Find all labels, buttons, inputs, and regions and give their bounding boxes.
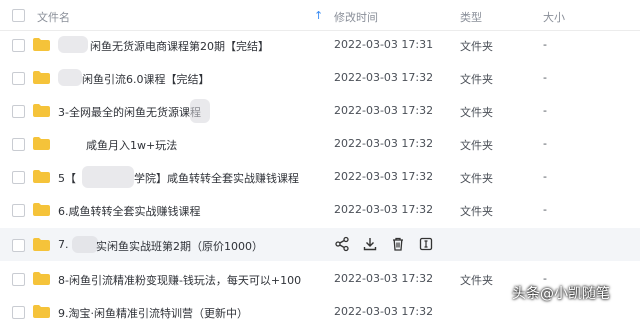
redaction-blur [72, 236, 98, 253]
table-row[interactable]: 闲鱼引流6.0课程【完结】 2022-03-03 17:32 文件夹 - [0, 61, 640, 94]
file-list-header: 文件名 ↑ 修改时间 类型 大小 [0, 0, 640, 31]
modified-time: 2022-03-03 17:32 [334, 137, 434, 150]
file-name[interactable]: 闲鱼引流6.0课程【完结】 [82, 71, 210, 87]
watermark: 头条@小凯随笔 [512, 286, 610, 302]
share-icon[interactable] [334, 236, 350, 252]
row-checkbox[interactable] [12, 105, 25, 118]
modified-time: 2022-03-03 17:32 [334, 71, 434, 84]
table-row[interactable]: 3-全网最全的闲鱼无货源课程 2022-03-03 17:32 文件夹 - [0, 94, 640, 127]
file-name-suffix[interactable]: 实闲鱼实战班第2期（原价1000） [96, 238, 263, 254]
folder-icon [33, 38, 50, 51]
modified-time: 2022-03-03 17:31 [334, 38, 434, 51]
file-type: 文件夹 [460, 205, 493, 218]
file-size: - [543, 170, 547, 183]
row-checkbox[interactable] [12, 239, 25, 252]
folder-icon [33, 71, 50, 84]
file-type: 文件夹 [460, 40, 493, 53]
file-name[interactable]: 6.咸鱼转转全套实战赚钱课程 [58, 203, 201, 219]
modified-time: 2022-03-03 17:32 [334, 170, 434, 183]
file-name[interactable]: 闲鱼无货源电商课程第20期【完结】 [90, 38, 269, 54]
file-size: - [543, 137, 547, 150]
table-row[interactable]: 闲鱼无货源电商课程第20期【完结】 2022-03-03 17:31 文件夹 - [0, 28, 640, 61]
column-header-type[interactable]: 类型 [460, 9, 482, 25]
file-type: 文件夹 [460, 73, 493, 86]
folder-icon [33, 137, 50, 150]
sort-arrow-icon[interactable]: ↑ [314, 9, 323, 22]
file-type: 文件夹 [460, 139, 493, 152]
redaction-blur [58, 69, 82, 86]
file-type: 文件夹 [460, 106, 493, 119]
folder-icon [33, 104, 50, 117]
file-name[interactable]: 8-闲鱼引流精准粉变现赚-钱玩法，每天可以+100 [58, 272, 301, 288]
row-checkbox[interactable] [12, 39, 25, 52]
file-type: 文件夹 [460, 172, 493, 185]
redaction-blur [190, 99, 210, 123]
table-row[interactable]: 咸鱼月入1w+玩法 2022-03-03 17:32 文件夹 - [0, 127, 640, 160]
column-header-time[interactable]: 修改时间 [334, 9, 378, 25]
file-name[interactable]: 7. [58, 238, 69, 251]
file-size: - [543, 71, 547, 84]
file-name-suffix[interactable]: 学院】咸鱼转转全套实战赚钱课程 [134, 170, 299, 186]
modified-time: 2022-03-03 17:32 [334, 272, 434, 285]
file-name[interactable]: 5【 [58, 170, 76, 186]
file-name[interactable]: 3-全网最全的闲鱼无货源课程 [58, 104, 201, 120]
file-name[interactable]: 9.淘宝·闲鱼精准引流特训营（更新中） [58, 305, 248, 321]
table-row[interactable]: 5【 学院】咸鱼转转全套实战赚钱课程 2022-03-03 17:32 文件夹 … [0, 160, 640, 193]
folder-icon [33, 272, 50, 285]
row-checkbox[interactable] [12, 306, 25, 319]
row-checkbox[interactable] [12, 171, 25, 184]
file-size: - [543, 104, 547, 117]
file-size: - [543, 203, 547, 216]
file-size: - [543, 38, 547, 51]
folder-icon [33, 238, 50, 251]
folder-icon [33, 203, 50, 216]
redaction-blur [58, 36, 88, 53]
table-row-hovered[interactable]: 7. 实闲鱼实战班第2期（原价1000） [0, 228, 640, 261]
row-checkbox[interactable] [12, 273, 25, 286]
column-header-size[interactable]: 大小 [543, 9, 565, 25]
modified-time: 2022-03-03 17:32 [334, 104, 434, 117]
rename-icon[interactable] [418, 236, 434, 252]
file-name[interactable]: 咸鱼月入1w+玩法 [86, 137, 177, 153]
column-header-name[interactable]: 文件名 [37, 9, 70, 25]
row-checkbox[interactable] [12, 204, 25, 217]
download-icon[interactable] [362, 236, 378, 252]
row-checkbox[interactable] [12, 72, 25, 85]
delete-icon[interactable] [390, 236, 406, 252]
folder-icon [33, 170, 50, 183]
redaction-blur [82, 166, 134, 188]
file-type: 文件夹 [460, 274, 493, 287]
row-checkbox[interactable] [12, 138, 25, 151]
modified-time: 2022-03-03 17:32 [334, 203, 434, 216]
table-row[interactable]: 6.咸鱼转转全套实战赚钱课程 2022-03-03 17:32 文件夹 - [0, 193, 640, 226]
select-all-checkbox[interactable] [12, 9, 25, 22]
